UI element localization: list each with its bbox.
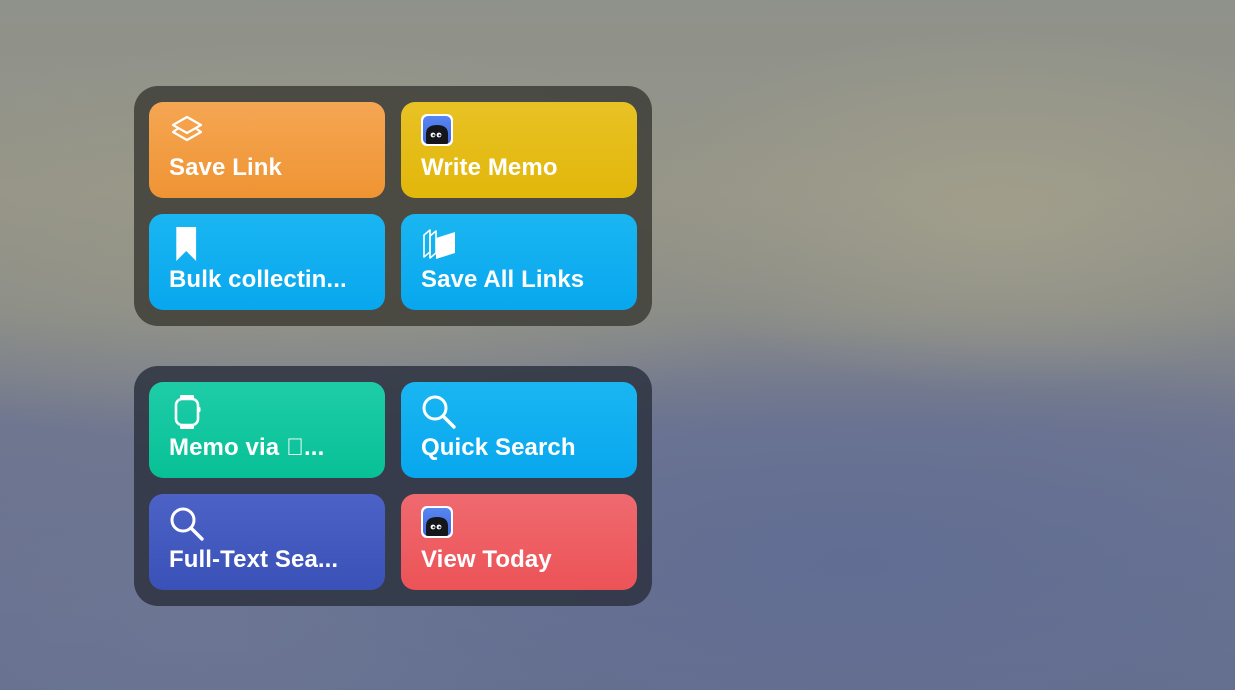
bulk-collecting-shortcut[interactable]: Bulk collectin... [149,214,385,310]
quick-search-shortcut[interactable]: Quick Search [401,382,637,478]
shortcut-label: Full-Text Sea... [169,546,339,573]
shortcut-label: Memo via ... [169,434,324,461]
shortcuts-widget-bottom: Memo via ... Quick Search Full-Text Sea… [134,366,652,606]
apple-watch-icon [169,394,205,430]
memo-via-watch-shortcut[interactable]: Memo via ... [149,382,385,478]
books-icon [421,226,457,262]
shortcut-label: View Today [421,546,552,573]
layers-icon [169,114,205,150]
shortcuts-widget-top: Save Link Write Memo Bulk collectin... S… [134,86,652,326]
view-today-shortcut[interactable]: View Today [401,494,637,590]
shortcut-label: Write Memo [421,154,558,181]
save-link-shortcut[interactable]: Save Link [149,102,385,198]
save-all-links-shortcut[interactable]: Save All Links [401,214,637,310]
app-mascot-icon [421,506,457,542]
search-icon [421,394,457,430]
bookmark-icon [169,226,205,262]
write-memo-shortcut[interactable]: Write Memo [401,102,637,198]
app-mascot-icon [421,114,457,150]
full-text-search-shortcut[interactable]: Full-Text Sea... [149,494,385,590]
shortcut-label: Save All Links [421,266,585,293]
shortcut-label: Bulk collectin... [169,266,347,293]
shortcut-label: Quick Search [421,434,576,461]
search-icon [169,506,205,542]
shortcut-label: Save Link [169,154,282,181]
